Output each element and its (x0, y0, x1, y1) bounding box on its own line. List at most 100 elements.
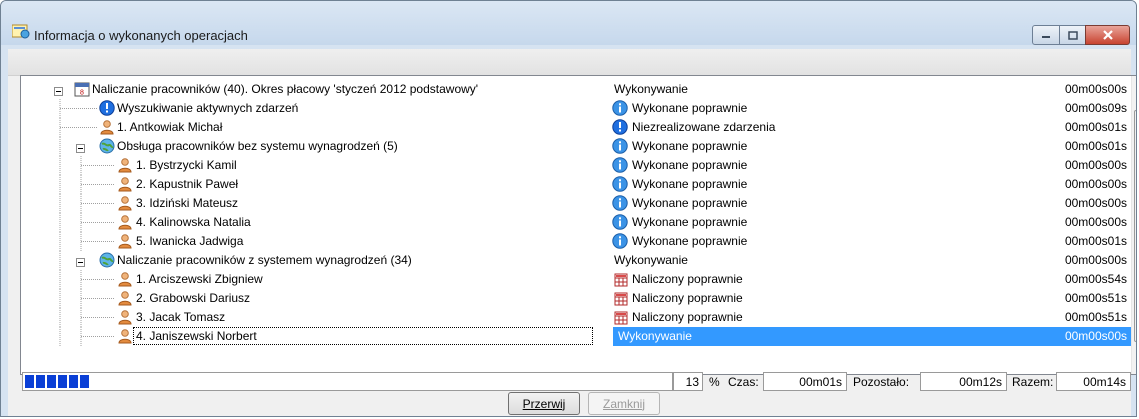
tree-row[interactable]: 3. Jacak Tomasz Naliczony poprawnie 00m00s… (21, 308, 1133, 327)
blue-exclamation-icon (99, 100, 115, 119)
progress-bar (22, 372, 673, 391)
node-time: 00m00s00s (1064, 82, 1127, 96)
tree-rows: 8 Naliczanie pracowników (40). Okres płac… (21, 76, 1133, 374)
node-label: 4. Kalinowska Natalia (136, 215, 251, 229)
node-time: 00m00s00s (1064, 196, 1127, 210)
progress-block (69, 375, 78, 388)
svg-text:8: 8 (80, 90, 84, 97)
person-icon (117, 214, 133, 233)
globe-icon (99, 252, 115, 271)
info-icon (612, 100, 628, 119)
node-label: 3. Jacak Tomasz (136, 310, 226, 324)
tree-row[interactable]: 1. Antkowiak Michał Niezrealizowane zdarz… (21, 118, 1133, 137)
scroll-up-icon[interactable] (1136, 81, 1137, 87)
tree-row[interactable]: 1. Arciszewski Zbigniew Naliczony poprawn… (21, 270, 1133, 289)
tree-row[interactable]: Wyszukiwanie aktywnych zdarzeń Wykonane p… (21, 99, 1133, 118)
progress-block (80, 375, 89, 388)
close-icon (1102, 30, 1113, 40)
node-status: Naliczony poprawnie (632, 310, 743, 324)
info-icon (612, 157, 628, 176)
node-time: 00m00s00s (1064, 177, 1127, 191)
node-time: 00m00s01s (1064, 234, 1127, 248)
node-status: Wykonane poprawnie (632, 101, 748, 115)
tree-row[interactable]: 2. Grabowski Dariusz Naliczony poprawnie 0… (21, 289, 1133, 308)
info-icon (612, 233, 628, 252)
dialog-window: Informacja o wykonanych operacjach 8 Nali… (0, 0, 1137, 417)
info-icon (612, 138, 628, 157)
scroll-down-icon[interactable] (1136, 362, 1137, 368)
node-status: Wykonane poprawnie (632, 177, 748, 191)
node-label: Naliczanie pracowników z systemem wynagr… (117, 253, 412, 267)
vertical-scrollbar[interactable] (1131, 76, 1137, 374)
tree-row[interactable]: 3. Idziński Mateusz Wykonane poprawnie 00m… (21, 194, 1133, 213)
node-status: Wykonywanie (614, 82, 688, 96)
progress-status-bar: 13 % Czas: 00m01s Pozostało: 00m12s Raze… (8, 367, 1131, 391)
app-icon (12, 24, 30, 39)
razem-value: 00m14s (1056, 372, 1131, 391)
percent-sign: % (709, 375, 720, 389)
person-icon (117, 195, 133, 214)
tree-row[interactable]: Obsługa pracowników bez systemu wynagrod… (21, 137, 1133, 156)
maximize-button[interactable] (1059, 25, 1086, 45)
node-status: Naliczony poprawnie (632, 272, 743, 286)
percent-value: 13 (673, 372, 703, 391)
person-icon (117, 290, 133, 309)
node-label: 4. Janiszewski Norbert (136, 329, 257, 343)
node-status: Naliczony poprawnie (632, 291, 743, 305)
node-time: 00m00s01s (1064, 120, 1127, 134)
czas-label: Czas: (728, 375, 759, 389)
window-title: Informacja o wykonanych operacjach (34, 28, 248, 43)
collapse-toggle-icon[interactable] (76, 142, 85, 156)
tree-row[interactable]: 4. Janiszewski Norbert Wykonywanie 00m00s0… (21, 327, 1133, 346)
tree-row[interactable]: Naliczanie pracowników z systemem wynagr… (21, 251, 1133, 270)
selected-status-highlight: Wykonywanie 00m00s00s (613, 327, 1133, 346)
title-bar[interactable]: Informacja o wykonanych operacjach (1, 1, 1136, 45)
tree-row[interactable]: 2. Kapustnik Paweł Wykonane poprawnie 00m0… (21, 175, 1133, 194)
node-status: Wykonane poprawnie (632, 215, 748, 229)
razem-label: Razem: (1012, 375, 1054, 389)
node-status: Wykonane poprawnie (632, 158, 748, 172)
node-time: 00m00s00s (1064, 215, 1127, 229)
info-icon (612, 176, 628, 195)
tree-row[interactable]: 5. Iwanicka Jadwiga Wykonane poprawnie 00m… (21, 232, 1133, 251)
node-label: 2. Grabowski Dariusz (136, 291, 251, 305)
collapse-toggle-icon[interactable] (54, 85, 63, 99)
scroll-thumb[interactable] (1134, 110, 1136, 342)
node-label: 5. Iwanicka Jadwiga (136, 234, 244, 248)
tree-row[interactable]: 4. Kalinowska Natalia Wykonane poprawnie 0… (21, 213, 1133, 232)
pozostalo-label: Pozostało: (853, 375, 910, 389)
node-status: Wykonywanie (618, 329, 692, 343)
header-band (8, 49, 1131, 76)
person-icon (117, 233, 133, 252)
tree-row[interactable]: 1. Bystrzycki Kamil Wykonane poprawnie 00m… (21, 156, 1133, 175)
node-time: 00m00s01s (1064, 139, 1127, 153)
node-status: Wykonane poprawnie (632, 234, 748, 248)
zamknij-label: Zamknij (602, 396, 645, 411)
node-label: Wyszukiwanie aktywnych zdarzeń (117, 101, 299, 115)
close-window-button[interactable] (1085, 25, 1130, 45)
dialog-client-area: 8 Naliczanie pracowników (40). Okres płac… (8, 49, 1136, 416)
operations-tree[interactable]: 8 Naliczanie pracowników (40). Okres płac… (20, 75, 1137, 375)
blue-exclamation-icon (612, 119, 628, 138)
info-icon (612, 195, 628, 214)
calendar-icon: 8 (74, 81, 90, 100)
tree-row[interactable]: 8 Naliczanie pracowników (40). Okres płac… (21, 80, 1133, 99)
node-time: 00m00s51s (1064, 310, 1127, 324)
przerwij-button[interactable]: Przerwij (508, 392, 580, 415)
person-icon (117, 328, 133, 347)
collapse-toggle-icon[interactable] (76, 256, 85, 270)
maximize-icon (1067, 30, 1078, 40)
minimize-button[interactable] (1032, 25, 1060, 45)
czas-value: 00m01s (763, 372, 847, 391)
node-label: 1. Antkowiak Michał (117, 120, 223, 134)
przerwij-label: Przerwij (522, 396, 566, 411)
node-label: 1. Arciszewski Zbigniew (136, 272, 263, 286)
node-label: Obsługa pracowników bez systemu wynagrod… (117, 139, 398, 153)
globe-icon (99, 138, 115, 157)
person-icon (117, 176, 133, 195)
calculator-icon (614, 292, 628, 309)
node-label: 1. Bystrzycki Kamil (136, 158, 237, 172)
person-icon (117, 157, 133, 176)
minimize-icon (1042, 36, 1050, 38)
node-label: 3. Idziński Mateusz (136, 196, 239, 210)
